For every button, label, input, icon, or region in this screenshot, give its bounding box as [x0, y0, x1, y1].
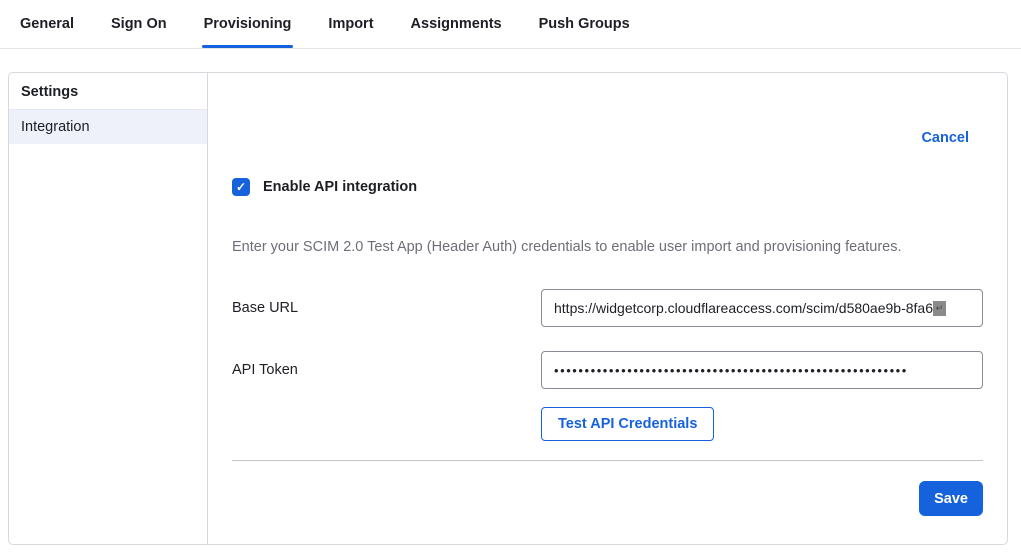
enable-api-checkbox[interactable]: ✓ — [232, 178, 250, 196]
base-url-value: https://widgetcorp.cloudflareaccess.com/… — [554, 300, 933, 316]
api-token-masked-value: ••••••••••••••••••••••••••••••••••••••••… — [554, 363, 908, 378]
test-api-credentials-button[interactable]: Test API Credentials — [541, 407, 714, 441]
tab-general[interactable]: General — [19, 0, 75, 48]
cancel-link[interactable]: Cancel — [921, 130, 969, 146]
tab-provisioning[interactable]: Provisioning — [203, 0, 293, 48]
tab-push-groups[interactable]: Push Groups — [538, 0, 631, 48]
sidebar-header-settings: Settings — [9, 73, 207, 110]
credentials-description: Enter your SCIM 2.0 Test App (Header Aut… — [232, 239, 983, 255]
enable-api-label: Enable API integration — [263, 179, 417, 195]
tab-sign-on[interactable]: Sign On — [110, 0, 168, 48]
checkmark-icon: ✓ — [236, 180, 246, 194]
app-tab-bar: General Sign On Provisioning Import Assi… — [0, 0, 1021, 49]
tab-import[interactable]: Import — [327, 0, 374, 48]
base-url-label: Base URL — [232, 300, 541, 316]
base-url-row: Base URL https://widgetcorp.cloudflareac… — [232, 289, 983, 327]
settings-sidebar: Settings Integration — [9, 73, 208, 544]
sidebar-item-integration[interactable]: Integration — [9, 110, 207, 144]
provisioning-panel: Settings Integration Cancel ✓ Enable API… — [8, 72, 1008, 545]
integration-settings-form: Cancel ✓ Enable API integration Enter yo… — [208, 73, 1007, 544]
form-divider — [232, 460, 983, 461]
api-token-row: API Token ••••••••••••••••••••••••••••••… — [232, 351, 983, 389]
cancel-row: Cancel — [232, 129, 983, 147]
api-token-label: API Token — [232, 362, 541, 378]
test-credentials-row: Test API Credentials — [232, 407, 983, 441]
save-row: Save — [232, 481, 983, 516]
enable-api-row: ✓ Enable API integration — [232, 178, 983, 196]
hidden-character-icon: ↵ — [933, 301, 946, 316]
save-button[interactable]: Save — [919, 481, 983, 516]
base-url-input[interactable]: https://widgetcorp.cloudflareaccess.com/… — [541, 289, 983, 327]
tab-assignments[interactable]: Assignments — [410, 0, 503, 48]
api-token-input[interactable]: ••••••••••••••••••••••••••••••••••••••••… — [541, 351, 983, 389]
